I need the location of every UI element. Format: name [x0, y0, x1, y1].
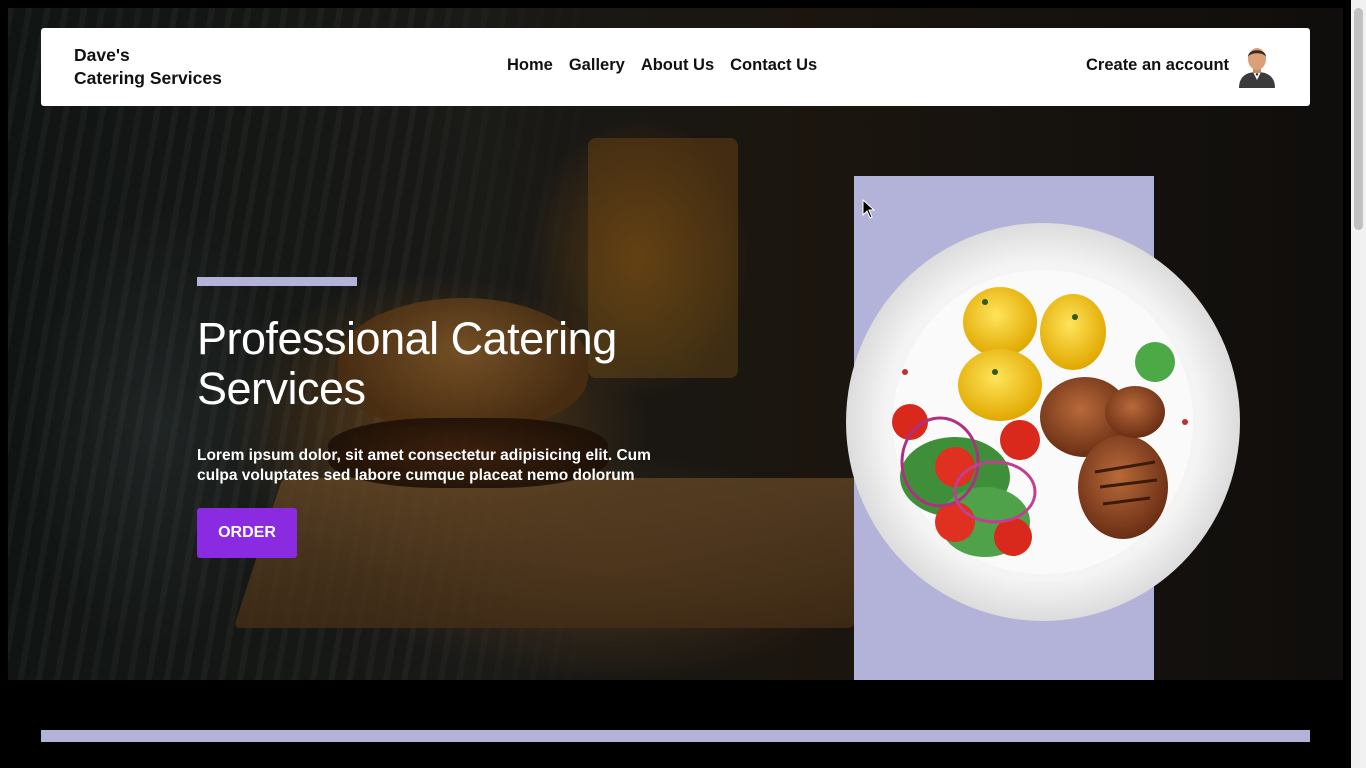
brand-line2: Catering Services: [74, 68, 222, 88]
hero-description: Lorem ipsum dolor, sit amet consectetur …: [197, 447, 651, 484]
nav-link-home[interactable]: Home: [507, 56, 553, 75]
user-avatar-icon[interactable]: [1237, 44, 1277, 88]
brand-line1: Dave's: [74, 45, 130, 65]
order-button[interactable]: ORDER: [197, 508, 297, 558]
hero-title: Professional Catering Services: [197, 313, 617, 414]
nav-link-contact-us[interactable]: Contact Us: [730, 56, 817, 75]
create-account-link[interactable]: Create an account: [1086, 56, 1229, 75]
vertical-scrollbar[interactable]: [1351, 0, 1366, 768]
navbar: Dave's Catering Services Home Gallery Ab…: [41, 28, 1310, 106]
hero-accent-bar: [197, 277, 357, 286]
nav-link-about-us[interactable]: About Us: [641, 56, 714, 75]
page-viewport: Dave's Catering Services Home Gallery Ab…: [0, 0, 1351, 768]
plate-of-food-image: [845, 222, 1241, 622]
nav-link-gallery[interactable]: Gallery: [569, 56, 625, 75]
section-divider: [41, 730, 1310, 742]
hero-background-board: [233, 478, 903, 628]
brand-logo[interactable]: Dave's Catering Services: [74, 44, 222, 90]
scrollbar-thumb[interactable]: [1354, 8, 1363, 230]
main-nav: Home Gallery About Us Contact Us: [507, 56, 817, 75]
mouse-cursor-icon: [862, 198, 876, 219]
